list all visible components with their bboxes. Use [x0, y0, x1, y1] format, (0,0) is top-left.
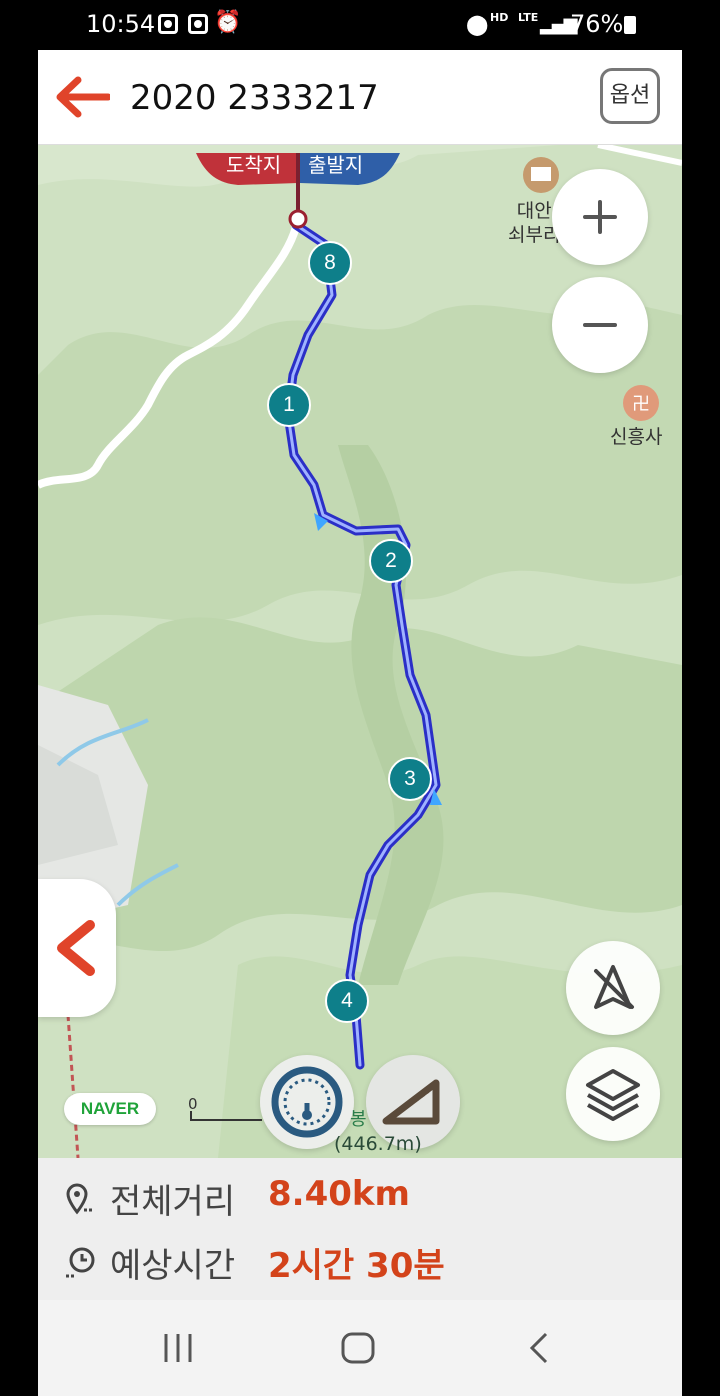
time-label: 예상시간: [110, 1246, 236, 1286]
notification-icon: [158, 14, 178, 34]
notification-icon: [188, 14, 208, 34]
distance-label: 전체거리: [110, 1182, 236, 1222]
lte-icon: LTE: [518, 11, 539, 24]
time-value: 2시간 30분: [268, 1246, 445, 1286]
hd-voice-icon: HD: [490, 11, 509, 24]
map-view[interactable]: 卍 도착지 출발지 대안 쇠부리 신흥사 8 1 2 3 4 NAVER 0 봉…: [38, 145, 682, 1158]
distance-value: 8.40km: [268, 1174, 410, 1214]
naver-logo: NAVER: [64, 1093, 156, 1125]
back-icon[interactable]: [520, 1328, 560, 1368]
plus-icon: [583, 200, 617, 234]
battery-icon: [624, 16, 636, 34]
location-off-icon: [594, 965, 634, 1009]
zoom-in-button[interactable]: [552, 169, 648, 265]
map-layers-button[interactable]: [566, 1047, 660, 1141]
back-arrow-icon[interactable]: [54, 76, 110, 118]
page-title: 2020 2333217: [130, 78, 379, 118]
waypoint-marker-1[interactable]: 1: [267, 383, 311, 427]
option-button[interactable]: 옵션: [600, 68, 660, 124]
app-header: 2020 2333217 옵션: [38, 50, 682, 145]
waypoint-marker-4[interactable]: 4: [325, 979, 369, 1023]
zoom-out-button[interactable]: [552, 277, 648, 373]
location-tracking-button[interactable]: [566, 941, 660, 1035]
recent-apps-icon[interactable]: [158, 1328, 198, 1368]
arrival-flag-label: 도착지: [226, 153, 282, 177]
minus-icon: [583, 323, 617, 327]
waypoint-marker-2[interactable]: 2: [369, 539, 413, 583]
status-time: 10:54: [86, 10, 156, 38]
route-distance-icon: [66, 1183, 94, 1215]
poi-label-temple: 신흥사: [610, 426, 663, 448]
route-start-end-point: [288, 209, 308, 229]
clock-icon: [66, 1247, 95, 1278]
svg-text:卍: 卍: [632, 394, 650, 415]
location-icon: ⬤: [466, 12, 489, 36]
alarm-icon: ⏰: [214, 10, 242, 35]
status-bar: 10:54 ⏰ ⬤ HD LTE ▂▄▆ 76%: [0, 0, 720, 50]
peak-name: 봉: [350, 1109, 367, 1130]
waypoint-marker-8[interactable]: 8: [308, 241, 352, 285]
battery-percent: 76%: [570, 10, 624, 38]
scale-bar: [190, 1111, 262, 1121]
waypoint-marker-3[interactable]: 3: [388, 757, 432, 801]
side-panel-toggle[interactable]: [38, 879, 116, 1017]
chevron-left-icon: [57, 920, 95, 976]
departure-flag-label: 출발지: [308, 153, 364, 177]
route-summary-panel: 전체거리 8.40km 예상시간 2시간 30분: [38, 1158, 682, 1300]
peak-elevation: (446.7m): [334, 1133, 422, 1155]
home-icon[interactable]: [338, 1328, 378, 1368]
system-nav-bar: [38, 1300, 682, 1396]
layers-icon: [586, 1069, 640, 1121]
